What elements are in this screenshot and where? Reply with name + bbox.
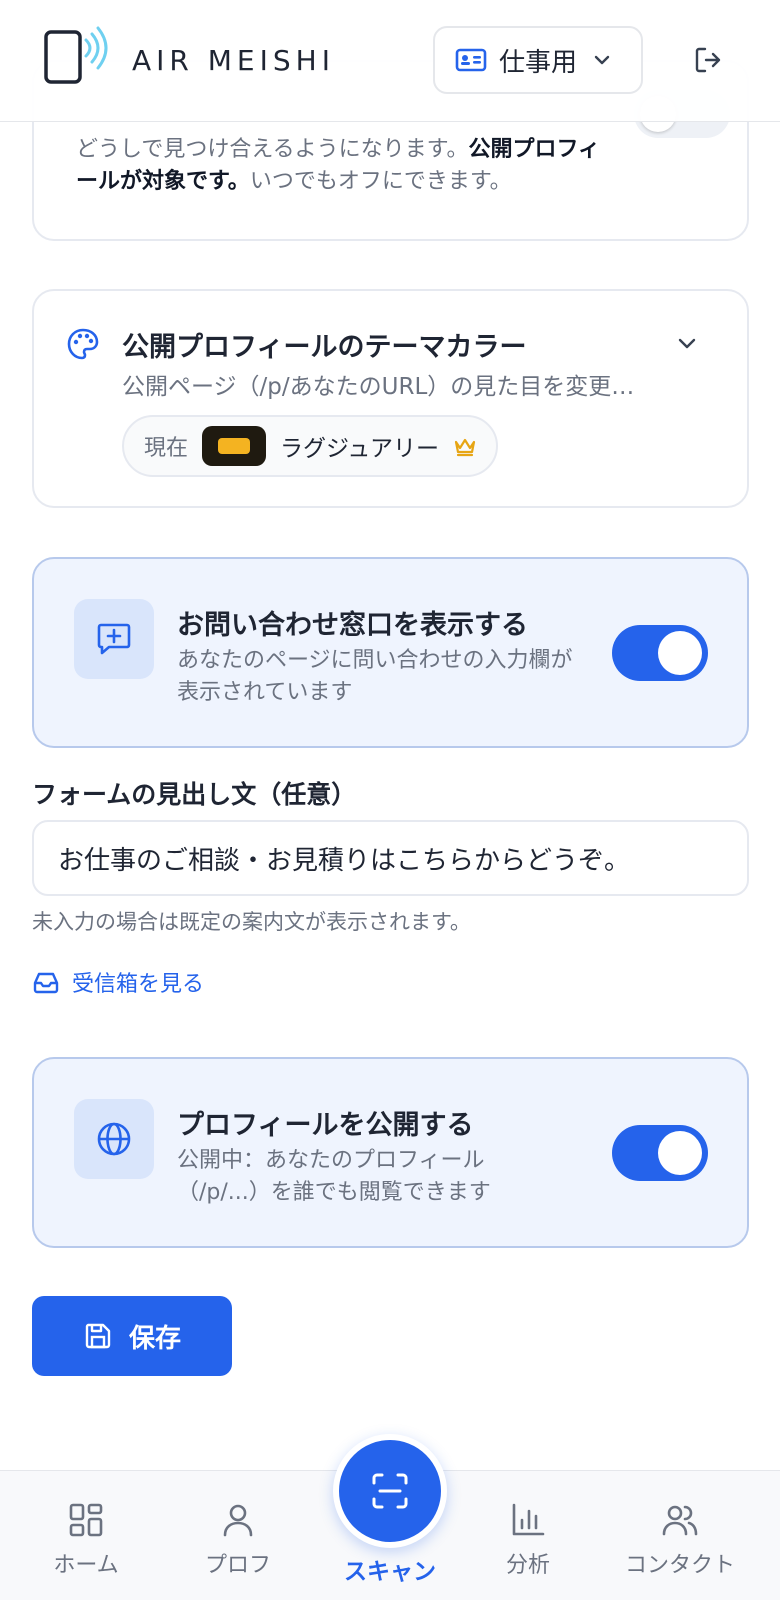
nav-home-label: ホーム [53,1553,119,1578]
publish-title: プロフィールを公開する [177,1110,474,1141]
form-heading-label: フォームの見出し文（任意） [32,780,357,809]
nav-profile[interactable]: プロフ [168,1501,308,1579]
theme-subtitle: 公開ページ（/p/あなたのURL）の見た目を変更… [122,374,635,400]
chevron-down-icon [594,55,610,65]
theme-color-card[interactable]: 公開プロフィールのテーマカラー 公開ページ（/p/あなたのURL）の見た目を変更… [32,289,749,508]
users-icon [662,1505,698,1536]
mode-select[interactable]: 仕事用 [433,26,643,94]
contact-form-title: お問い合わせ窓口を表示する [177,610,528,641]
message-plus-icon-box [74,599,154,679]
id-card-icon [455,48,487,72]
logo-icon [44,26,108,84]
inbox-icon [33,972,59,994]
chevron-down-icon[interactable] [674,331,700,357]
contact-form-description: あなたのページに問い合わせの入力欄が表示されています [177,648,573,705]
save-icon [85,1323,111,1349]
contact-form-card: お問い合わせ窓口を表示する あなたのページに問い合わせの入力欄が表示されています [32,557,749,748]
current-theme-name: ラグジュアリー [280,436,439,462]
discovery-text-end: いつでもオフにできます。 [249,169,512,194]
message-plus-icon [97,623,131,655]
nav-analytics-label: 分析 [505,1553,550,1578]
nav-scan-label: スキャン [344,1559,436,1585]
scan-icon [372,1473,408,1509]
inbox-link-label: 受信箱を見る [72,972,205,997]
current-theme-pill: 現在 ラグジュアリー [122,415,498,477]
scan-button[interactable] [333,1434,447,1548]
form-heading-hint: 未入力の場合は既定の案内文が表示されます。 [32,910,471,934]
crown-icon [454,438,476,457]
app-name: AIR MEISHI [132,44,335,77]
bar-chart-icon [512,1503,545,1536]
contact-form-toggle[interactable] [612,625,708,681]
save-button[interactable]: 保存 [32,1296,232,1376]
current-label: 現在 [144,436,189,461]
globe-icon [97,1122,131,1156]
palette-icon [67,328,99,360]
nav-profile-label: プロフ [204,1553,271,1578]
publish-description: 公開中：あなたのプロフィール（/p/...）を誰でも閲覧できます [177,1148,491,1205]
app-header: AIR MEISHI 仕事用 [0,0,780,122]
save-button-label: 保存 [128,1323,181,1354]
publish-toggle[interactable] [612,1125,708,1181]
grid-icon [69,1503,103,1537]
nav-home[interactable]: ホーム [16,1501,156,1579]
nav-contacts[interactable]: コンタクト [610,1501,750,1579]
nav-contacts-label: コンタクト [624,1553,735,1578]
globe-icon-box [74,1099,154,1179]
mode-select-value: 仕事用 [499,47,578,78]
discovery-text: どうしで見つけ合えるようになります。 [76,137,469,162]
theme-swatch [202,426,267,466]
discovery-description: どうしで見つけ合えるようになります。公開プロフィールが対象です。いつでもオフにで… [76,134,616,198]
publish-profile-card: プロフィールを公開する 公開中：あなたのプロフィール（/p/...）を誰でも閲覧… [32,1057,749,1248]
inbox-link[interactable]: 受信箱を見る [32,966,204,998]
form-heading-input[interactable] [32,820,749,896]
user-icon [223,1504,253,1537]
theme-title: 公開プロフィールのテーマカラー [122,332,527,363]
logout-icon[interactable] [692,44,724,76]
